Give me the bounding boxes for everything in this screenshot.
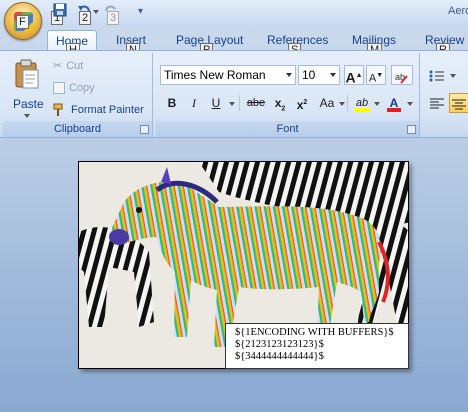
shrink-font-button[interactable]: A▼ [366,65,386,85]
separator [239,95,240,111]
underline-dropdown-icon[interactable] [229,102,235,106]
text-box-line-2: ${2123123123123}$ [235,339,324,350]
font-name-dropdown-icon[interactable] [286,73,292,77]
grow-arrow-icon: ▲ [355,72,363,79]
copy-button[interactable]: Copy [53,78,95,98]
italic-button[interactable]: I [184,93,204,113]
highlight-dropdown-icon[interactable] [374,102,380,106]
paste-icon [15,59,39,89]
subscript-mark: 2 [281,105,286,113]
bullets-button[interactable] [427,65,447,85]
font-dialog-launcher[interactable] [407,125,416,134]
cut-button[interactable]: ✂ Cut [53,56,83,76]
clipboard-group-label: Clipboard [3,121,152,137]
font-name-value: Times New Roman [164,68,266,82]
paste-label: Paste [13,97,44,111]
undo-dropdown-icon[interactable] [93,10,99,14]
font-size-value: 10 [302,68,316,82]
ribbon: Paste ✂ Cut Copy Format Painter Clipboard… [0,50,468,138]
font-group-label: Font [156,121,419,137]
undo-icon[interactable] [77,3,91,17]
save-icon[interactable] [53,3,67,17]
subscript-button[interactable]: x2 [270,93,290,113]
grow-font-button[interactable]: A▲ [344,65,364,86]
bold-button[interactable]: B [162,93,182,113]
paste-dropdown-icon [24,114,30,118]
window-title: Aero [448,5,468,17]
font-name-combo[interactable]: Times New Roman [160,65,296,85]
office-button[interactable]: F [4,2,42,40]
scissors-icon: ✂ [53,60,63,73]
copy-icon [53,82,65,95]
font-color-button[interactable]: A [384,93,404,113]
text-box-line-3: ${3444444444444}$ [235,351,324,362]
font-size-dropdown-icon[interactable] [330,73,336,77]
shrink-arrow-icon: ▼ [376,72,384,79]
cut-label: Cut [66,60,84,72]
bullets-dropdown-icon[interactable] [450,74,456,78]
align-left-button[interactable] [427,93,447,113]
paragraph-group [423,53,468,137]
format-painter-label: Format Painter [71,104,144,116]
change-case-button[interactable]: Aa [316,93,338,113]
text-box[interactable]: ${1ENCODING WITH BUFFERS}$ ${21231231231… [225,323,409,369]
font-color-dropdown-icon[interactable] [407,102,413,106]
redo-icon[interactable] [104,3,118,17]
highlight-button[interactable]: ab [351,93,373,113]
align-center-icon [452,99,466,110]
title-bar: 1 2 3 ▾ Aero [0,0,468,26]
font-size-combo[interactable]: 10 [298,65,340,85]
align-left-icon [430,98,444,109]
customize-qat-icon[interactable]: ▾ [138,6,143,17]
superscript-button[interactable]: x2 [292,93,312,113]
bullets-icon [429,70,444,82]
keytip-office: F [16,15,29,29]
clear-formatting-icon: ab [395,72,408,84]
copy-label: Copy [69,82,95,94]
clipboard-group: Paste ✂ Cut Copy Format Painter Clipboard [3,53,153,137]
align-center-button[interactable] [449,93,468,113]
font-color-bar [387,108,401,112]
separator [347,95,348,111]
highlight-color-bar [354,108,370,112]
paste-button[interactable]: Paste [7,57,47,119]
superscript-mark: 2 [303,99,308,106]
strikethrough-button[interactable]: abe [244,93,268,113]
text-box-line-1: ${1ENCODING WITH BUFFERS}$ [235,327,394,338]
change-case-dropdown-icon[interactable] [339,102,345,106]
font-group: Times New Roman 10 A▲ A▼ ab B I U abe x2… [156,53,420,137]
format-painter-icon [53,103,63,117]
format-painter-button[interactable]: Format Painter [53,100,144,120]
clear-formatting-button[interactable]: ab [391,65,413,85]
clipboard-dialog-launcher[interactable] [140,125,149,134]
underline-button[interactable]: U [206,93,226,113]
